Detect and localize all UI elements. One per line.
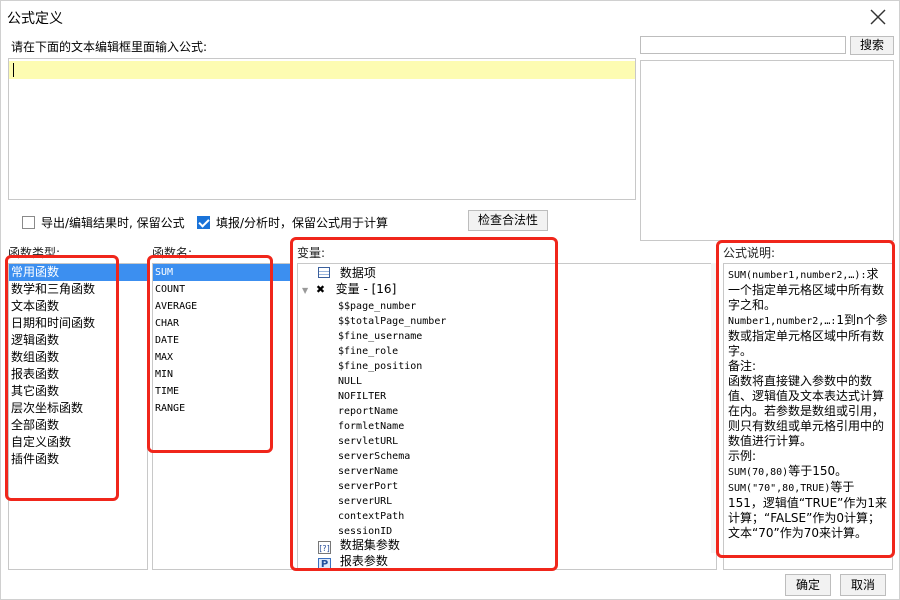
variable-item[interactable]: NULL [338, 373, 362, 388]
editor-prompt-label: 请在下面的文本编辑框里面输入公式: [11, 40, 208, 54]
function-type-item[interactable]: 常用函数 [9, 264, 147, 281]
function-name-item[interactable]: TIME [153, 383, 292, 400]
function-type-item[interactable]: 数学和三角函数 [9, 281, 147, 298]
variables-scrollbar[interactable] [711, 263, 717, 553]
variable-item[interactable]: serverSchema [338, 448, 410, 463]
variable-item[interactable]: servletURL [338, 433, 398, 448]
variables-tree: 数据项 ▼ ✖ 变量 - [16] $$page_number $$totalP… [297, 263, 717, 570]
title-bar: 公式定义 [1, 1, 899, 33]
cancel-button[interactable]: 取消 [840, 574, 886, 596]
variable-item[interactable]: contextPath [338, 508, 404, 523]
tree-node-variables[interactable]: ▼ ✖ 变量 - [16] [302, 282, 396, 297]
fill-keep-formula-label: 填报/分析时，保留公式用于计算 [216, 215, 389, 230]
function-type-item[interactable]: 日期和时间函数 [9, 315, 147, 332]
checkbox-box [22, 215, 35, 229]
text-caret [13, 63, 14, 77]
function-name-item[interactable]: COUNT [153, 281, 292, 298]
variable-item[interactable]: $fine_username [338, 328, 422, 343]
dataset-param-icon: [?] [318, 541, 331, 554]
param-p-icon: P [318, 558, 331, 569]
editor-current-line [9, 61, 635, 79]
variable-item[interactable]: $fine_role [338, 343, 398, 358]
desc-example-1: SUM(70,80)等于150。 [728, 464, 848, 478]
function-type-item[interactable]: 逻辑函数 [9, 332, 147, 349]
function-type-list: 常用函数 数学和三角函数 文本函数 日期和时间函数 逻辑函数 数组函数 报表函数… [8, 263, 148, 570]
ok-button[interactable]: 确定 [785, 574, 831, 596]
variable-item[interactable]: serverName [338, 463, 398, 478]
function-type-header: 函数类型: [8, 246, 61, 260]
export-keep-formula-label: 导出/编辑结果时, 保留公式 [41, 215, 185, 230]
desc-paragraph-2: Number1,number2,…:1到n个参数或指定单元格区域中所有数字。 [728, 313, 888, 358]
variable-item[interactable]: $$page_number [338, 298, 416, 313]
function-name-item[interactable]: DATE [153, 332, 292, 349]
desc-example-2: SUM("70",80,TRUE)等于151，逻辑值“TRUE”作为1来计算；“… [728, 480, 888, 540]
desc-note-text: 函数将直接键入参数中的数值、逻辑值及文本表达式计算在内。若参数是数组或引用，则只… [728, 374, 885, 448]
variable-item[interactable]: formletName [338, 418, 404, 433]
function-name-item[interactable]: AVERAGE [153, 298, 292, 315]
variables-header: 变量: [297, 246, 326, 260]
search-results-pane [640, 60, 894, 241]
check-validity-button[interactable]: 检查合法性 [468, 210, 548, 231]
formula-definition-dialog: 公式定义 请在下面的文本编辑框里面输入公式: 搜索 导出/编辑结果时, 保留公式… [0, 0, 900, 600]
variable-item[interactable]: NOFILTER [338, 388, 386, 403]
fill-keep-formula-checkbox[interactable]: 填报/分析时，保留公式用于计算 [197, 214, 388, 230]
search-input[interactable] [640, 36, 846, 54]
function-type-item[interactable]: 自定义函数 [9, 434, 147, 451]
desc-note-label: 备注: [728, 359, 757, 373]
function-type-item[interactable]: 数组函数 [9, 349, 147, 366]
search-button[interactable]: 搜索 [850, 36, 894, 55]
variable-item[interactable]: $$totalPage_number [338, 313, 446, 328]
variable-item[interactable]: serverURL [338, 493, 392, 508]
dialog-title: 公式定义 [7, 11, 63, 27]
function-type-item[interactable]: 插件函数 [9, 451, 147, 468]
close-icon [870, 9, 886, 25]
tree-node-data-items[interactable]: 数据项 [318, 266, 376, 281]
tree-node-dataset-params[interactable]: [?] 数据集参数 [318, 538, 400, 554]
function-name-item[interactable]: CHAR [153, 315, 292, 332]
checkbox-box-checked [197, 215, 210, 229]
function-name-item[interactable]: MAX [153, 349, 292, 366]
tree-node-report-params[interactable]: P 报表参数 [318, 554, 388, 569]
chevron-down-icon: ▼ [302, 286, 309, 295]
function-type-item[interactable]: 报表函数 [9, 366, 147, 383]
function-type-item[interactable]: 层次坐标函数 [9, 400, 147, 417]
variable-item[interactable]: serverPort [338, 478, 398, 493]
close-button[interactable] [865, 4, 891, 30]
function-type-item[interactable]: 全部函数 [9, 417, 147, 434]
export-keep-formula-checkbox[interactable]: 导出/编辑结果时, 保留公式 [22, 214, 185, 230]
variable-item[interactable]: reportName [338, 403, 398, 418]
desc-example-label: 示例: [728, 449, 757, 463]
desc-paragraph-1: SUM(number1,number2,…):求一个指定单元格区域中所有数字之和… [728, 267, 885, 312]
function-name-list: SUM COUNT AVERAGE CHAR DATE MAX MIN TIME… [152, 263, 293, 570]
data-items-icon [318, 267, 330, 278]
variable-item[interactable]: $fine_position [338, 358, 422, 373]
function-name-header: 函数名: [152, 246, 193, 260]
formula-description: SUM(number1,number2,…):求一个指定单元格区域中所有数字之和… [723, 263, 893, 570]
function-type-item[interactable]: 其它函数 [9, 383, 147, 400]
variable-x-icon: ✖ [315, 283, 326, 296]
variable-item[interactable]: sessionID [338, 523, 392, 538]
formula-editor[interactable] [8, 58, 636, 200]
function-name-item[interactable]: SUM [153, 264, 292, 281]
function-name-item[interactable]: RANGE [153, 400, 292, 417]
description-header: 公式说明: [723, 246, 776, 260]
function-type-item[interactable]: 文本函数 [9, 298, 147, 315]
function-name-item[interactable]: MIN [153, 366, 292, 383]
